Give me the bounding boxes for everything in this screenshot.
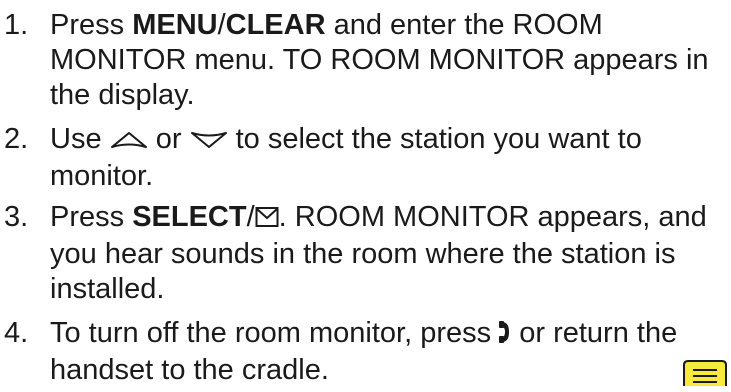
select-key-label: SELECT	[132, 201, 247, 233]
step-line: installed.	[50, 273, 165, 305]
text: and enter the ROOM	[325, 9, 603, 41]
text: . ROOM MONITOR appears, and	[278, 201, 707, 233]
step-line: To turn off the room monitor, press or r…	[50, 316, 730, 353]
menu-key-label: MENU	[132, 9, 218, 41]
text: or return the	[511, 317, 678, 349]
step-line: the display.	[50, 79, 195, 111]
text: /	[217, 9, 226, 41]
text: or	[147, 123, 190, 155]
step-line: you hear sounds in the room where the st…	[50, 238, 676, 270]
clear-key-label: CLEAR	[225, 9, 326, 41]
text: Press	[50, 201, 133, 233]
down-arrow-icon	[190, 124, 228, 159]
step-line: monitor.	[50, 160, 154, 192]
phone-handset-icon	[499, 318, 511, 353]
note-icon	[681, 359, 729, 387]
step-text: Press SELECT/ . ROOM MONITOR appears, and…	[50, 200, 730, 307]
step-number: 1.	[4, 9, 29, 41]
step-line: MONITOR menu. TO ROOM MONITOR appears in	[50, 44, 709, 76]
step-number: 2.	[4, 123, 29, 155]
step-line: Press SELECT/ . ROOM MONITOR appears, and	[50, 200, 730, 237]
text: to select the station you want to	[227, 123, 642, 155]
text: To turn off the room monitor, press	[50, 317, 500, 349]
step-text: Press MENU/CLEAR and enter the ROOM MONI…	[50, 8, 730, 113]
step-line: Press MENU/CLEAR and enter the ROOM	[50, 8, 730, 43]
step-number: 4.	[4, 317, 29, 349]
step-number: 3.	[4, 201, 29, 233]
text: /	[246, 201, 255, 233]
step-text: To turn off the room monitor, press or r…	[50, 316, 730, 388]
step-line: handset to the cradle.	[50, 354, 329, 386]
text: Use	[50, 123, 110, 155]
envelope-icon	[255, 202, 279, 237]
step-text: Use or to select the station you want to…	[50, 122, 730, 194]
step-line: Use or to select the station you want to	[50, 122, 730, 159]
up-arrow-icon	[110, 124, 148, 159]
text: Press	[50, 9, 133, 41]
